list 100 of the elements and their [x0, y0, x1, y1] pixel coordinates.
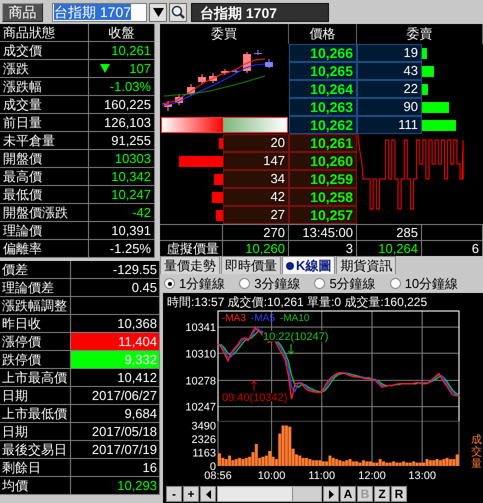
bid-price: 10,261	[289, 134, 357, 152]
ask-price: 10,263	[289, 98, 357, 116]
row-label: 日期	[0, 423, 71, 441]
cell-value: -1.03%	[89, 78, 155, 96]
legend-label: -MA3	[222, 313, 246, 324]
axis-label: 13:00	[408, 470, 436, 482]
cell-value: 9,332	[71, 351, 160, 369]
series-label: 成交量	[471, 434, 482, 470]
bid-quantity: 147	[223, 152, 289, 170]
row-label: 上市最高價	[0, 369, 71, 387]
axis-label: 11:00	[308, 470, 336, 482]
row-label: 漲跌	[0, 60, 89, 78]
axis-label: 10341	[185, 322, 216, 334]
row-label: 成交價	[0, 42, 89, 60]
cell-value: 10303	[89, 150, 155, 168]
search-icon	[171, 5, 185, 19]
bid-price: 10,257	[289, 206, 357, 224]
row-label: 均價	[0, 477, 71, 495]
right-triangle-icon	[328, 490, 334, 498]
cell-value: 10,293	[71, 477, 160, 495]
row-label: 偏離率	[0, 240, 89, 258]
cell-value: 10,412	[71, 369, 160, 387]
ask-price: 10,264	[289, 80, 357, 98]
tab[interactable]: 期貨資訊	[336, 256, 396, 274]
axis-label: 10310	[185, 348, 216, 360]
row-label: 最低價	[0, 186, 89, 204]
row-label: 日期	[0, 387, 71, 405]
axis-label: 10:00	[258, 470, 286, 482]
cell-value: 10,342	[89, 168, 155, 186]
axis-label: 12:00	[358, 470, 386, 482]
legend-label: -MA5	[251, 313, 275, 324]
dot-icon	[286, 262, 294, 270]
product-button[interactable]: 商品	[2, 2, 43, 22]
column-header: 商品狀態	[0, 24, 89, 42]
dropdown-button[interactable]	[149, 2, 167, 22]
cell-value: 0.45	[71, 279, 160, 297]
chart-button[interactable]: R	[391, 486, 407, 502]
ask-price: 10,265	[289, 62, 357, 80]
cell-value: -42	[89, 204, 155, 222]
chart-button[interactable]: Z	[374, 486, 390, 502]
radio-option[interactable]: 10分鐘線	[390, 274, 458, 292]
cell-value: 10,247	[89, 186, 155, 204]
cell-value: 160,225	[89, 96, 155, 114]
left-triangle-icon	[206, 490, 210, 498]
quote-time: 13:45:00	[289, 224, 357, 240]
dropdown-arrow-icon	[152, 8, 164, 16]
chart-button[interactable]: A	[340, 486, 356, 502]
row-label: 最後交易日	[0, 441, 71, 459]
legend-label: -MA10	[280, 313, 310, 324]
radio-option[interactable]: 1分鐘線	[164, 274, 226, 292]
column-header: 收盤	[89, 24, 155, 42]
radio-icon[interactable]	[390, 278, 401, 289]
scroll-left-button[interactable]	[200, 486, 216, 502]
row-label: 成交量	[0, 96, 89, 114]
tab[interactable]: 即時價量	[221, 256, 281, 274]
row-label: 漲跌幅	[0, 78, 89, 96]
radio-icon[interactable]	[164, 278, 175, 289]
symbol-field[interactable]: 台指期 1707	[52, 2, 147, 22]
row-label: 理論價差	[0, 279, 71, 297]
row-label: 開盤價漲跌	[0, 204, 89, 222]
radio-option[interactable]: 3分鐘線	[239, 274, 300, 292]
cell-value: 2017/06/27	[71, 387, 160, 405]
ask-price: 10,262	[289, 116, 357, 134]
product-title: 台指期 1707	[191, 2, 329, 22]
radio-icon[interactable]	[314, 278, 326, 289]
radio-icon[interactable]	[239, 278, 250, 289]
radio-option[interactable]: 5分鐘線	[314, 274, 376, 292]
cell-value: 2017/05/18	[71, 423, 160, 441]
ask-quantity: 22	[357, 80, 422, 98]
chart-info-line: 時間:13:57 成交價:10,261 單量:0 成交量:160,225	[166, 294, 428, 309]
up-arrow-icon	[251, 380, 257, 392]
cell-value: 91,255	[89, 132, 155, 150]
ask-quantity: 43	[357, 62, 422, 80]
tab[interactable]: 量價走勢	[160, 256, 220, 274]
search-button[interactable]	[169, 2, 187, 22]
cell-value: 107	[129, 60, 151, 77]
cell-value: 9,684	[71, 405, 160, 423]
cell-value: 16	[71, 459, 160, 477]
bid-price: 10,259	[289, 170, 357, 188]
cell-value: 10,391	[89, 222, 155, 240]
bid-quantity: 42	[223, 188, 289, 206]
chart-button[interactable]: -	[166, 486, 182, 502]
down-arrow-icon	[288, 344, 294, 355]
scroll-right-button[interactable]	[323, 486, 339, 502]
row-label: 昨日收	[0, 315, 71, 333]
row-label: 未平倉量	[0, 132, 89, 150]
cell-value: 11,404	[71, 333, 160, 351]
tab[interactable]: K線圖	[282, 256, 336, 274]
row-label: 開盤價	[0, 150, 89, 168]
row-label: 剩餘日	[0, 459, 71, 477]
bid-price: 10,258	[289, 188, 357, 206]
scrollbar-thumb[interactable]	[292, 487, 321, 501]
column-header: 委買	[160, 24, 289, 44]
row-label: 漲跌幅調整	[0, 297, 71, 315]
total-bid-quantity: 270	[223, 224, 289, 240]
cell-value: 2017/07/19	[71, 441, 160, 459]
row-label: 價差	[0, 261, 71, 279]
chart-button[interactable]: +	[183, 486, 199, 502]
row-label: 前日量	[0, 114, 89, 132]
ask-quantity: 19	[357, 44, 422, 62]
